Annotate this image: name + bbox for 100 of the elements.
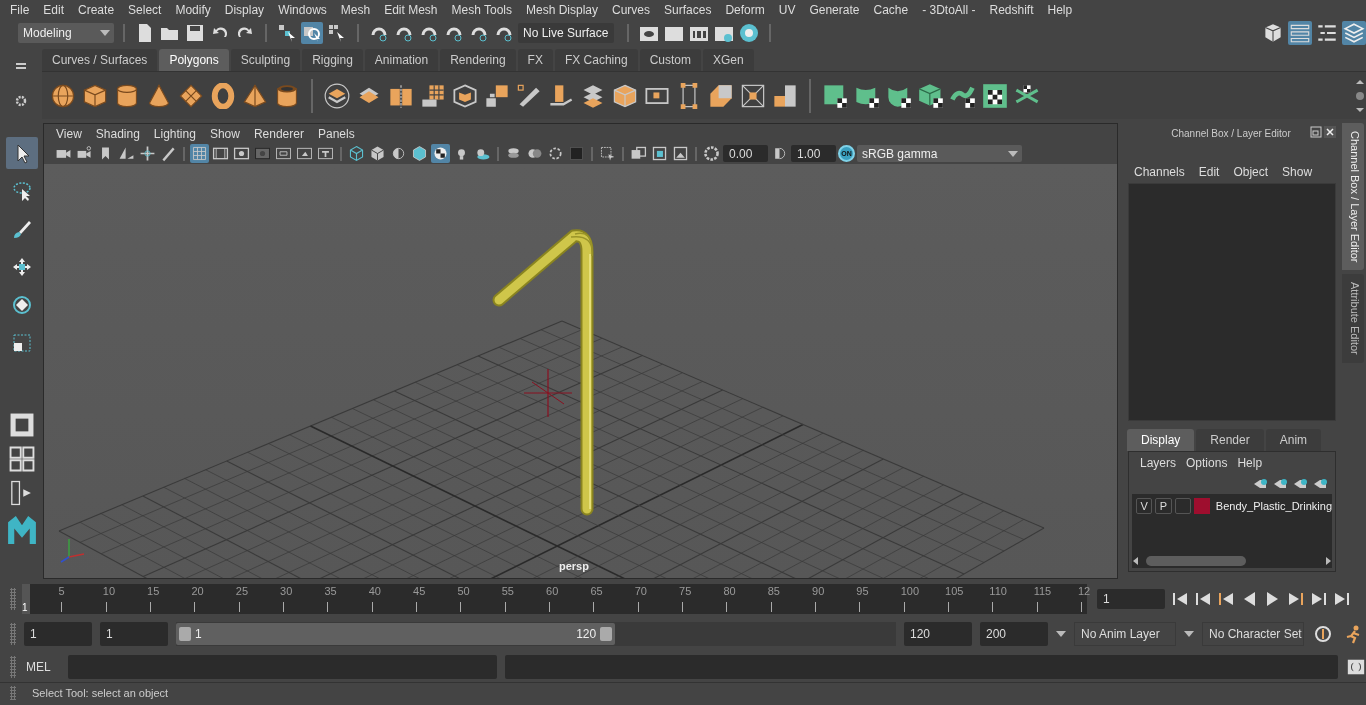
start-frame-field[interactable]: 1: [24, 622, 92, 646]
menu-item[interactable]: Mesh Tools: [444, 3, 519, 17]
character-set-dropdown[interactable]: No Character Set: [1202, 622, 1304, 646]
shaded-cube-icon[interactable]: [368, 144, 387, 163]
layer-stack-icon[interactable]: [1342, 20, 1366, 45]
shelf-tab[interactable]: Curves / Surfaces: [42, 49, 158, 71]
settings-icon[interactable]: [15, 95, 27, 107]
diamond-icon[interactable]: [178, 82, 204, 109]
aperture-icon[interactable]: [702, 144, 721, 163]
command-input-field[interactable]: [67, 655, 498, 679]
menu-item[interactable]: - 3DtoAll -: [915, 3, 983, 17]
cube-outline-icon[interactable]: [452, 82, 478, 109]
select-by-object-icon[interactable]: [301, 21, 323, 44]
menu-item[interactable]: Redshift: [982, 3, 1041, 17]
caret-icon[interactable]: [1184, 631, 1194, 637]
outliner-icon[interactable]: [1288, 20, 1312, 45]
bevel-icon[interactable]: [708, 82, 734, 109]
go-to-end-icon[interactable]: [1332, 590, 1351, 608]
menu-item[interactable]: Select: [121, 3, 169, 17]
menu-item[interactable]: Curves: [605, 3, 658, 17]
menu-item[interactable]: Edit Mesh: [377, 3, 445, 17]
shelf-tab[interactable]: Animation: [364, 49, 439, 71]
live-surface-field[interactable]: No Live Surface: [518, 22, 614, 43]
color-space-dropdown[interactable]: sRGB gamma: [857, 145, 1022, 162]
playback-toggle[interactable]: P: [1155, 498, 1172, 514]
move-layer-up-icon[interactable]: [1253, 478, 1267, 490]
menu-item[interactable]: Surfaces: [657, 3, 719, 17]
command-language-label[interactable]: MEL: [24, 660, 60, 674]
menu-item[interactable]: Mesh Display: [519, 3, 606, 17]
go-to-start-icon[interactable]: [1171, 590, 1190, 608]
step-forward-frame-icon[interactable]: [1286, 590, 1305, 608]
display-type-toggle[interactable]: [1174, 498, 1191, 514]
shelf-tab[interactable]: Rendering: [440, 49, 516, 71]
cylinder-icon[interactable]: [114, 82, 140, 109]
close-icon[interactable]: [1324, 126, 1336, 138]
panel-menu-item[interactable]: Shading: [89, 126, 148, 141]
shelf-tab[interactable]: Custom: [639, 49, 701, 71]
channel-menu-item[interactable]: Object: [1227, 165, 1277, 179]
shelf-scroll-icon[interactable]: [1354, 77, 1366, 114]
uv-cube-icon[interactable]: [918, 82, 944, 109]
step-back-frame-icon[interactable]: [1217, 590, 1236, 608]
menu-item[interactable]: UV: [771, 3, 803, 17]
panel-menu-item[interactable]: Renderer: [247, 126, 312, 141]
layers-icon[interactable]: [324, 82, 350, 109]
step-forward-key-icon[interactable]: [1309, 590, 1328, 608]
shelf-tab[interactable]: XGen: [702, 49, 754, 71]
checker-icon[interactable]: [431, 144, 450, 163]
side-tab[interactable]: Attribute Editor: [1342, 274, 1364, 364]
pan-icon[interactable]: [138, 144, 157, 163]
layer-menu-item[interactable]: Help: [1234, 456, 1270, 470]
channel-menu-item[interactable]: Show: [1276, 165, 1321, 179]
shelf-tab[interactable]: FX: [517, 49, 553, 71]
menu-item[interactable]: Display: [217, 3, 272, 17]
layer-menu-item[interactable]: Layers: [1137, 456, 1184, 470]
gamma-field[interactable]: 1.00: [791, 145, 836, 162]
end-frame-field[interactable]: 200: [980, 622, 1048, 646]
menu-item[interactable]: Cache: [866, 3, 916, 17]
new-layer-selected-icon[interactable]: [1313, 478, 1327, 490]
shelf-tab[interactable]: Polygons: [159, 49, 229, 71]
anim-layer-dropdown[interactable]: No Anim Layer: [1074, 622, 1176, 646]
cone-icon[interactable]: [146, 82, 172, 109]
torus-icon[interactable]: [210, 82, 236, 109]
panel-menu-item[interactable]: Lighting: [147, 126, 204, 141]
shelf-tab[interactable]: FX Caching: [554, 49, 638, 71]
panel-menu-item[interactable]: Show: [203, 126, 248, 141]
shelf-tab[interactable]: Sculpting: [230, 49, 301, 71]
horizontal-scrollbar[interactable]: [1132, 554, 1332, 568]
step-back-key-icon[interactable]: [1194, 590, 1213, 608]
script-editor-icon[interactable]: [1346, 657, 1366, 677]
layer-menu-item[interactable]: Options: [1183, 456, 1235, 470]
panel-menu-item[interactable]: Panels: [311, 126, 363, 141]
menu-item[interactable]: File: [3, 3, 37, 17]
playback-start-field[interactable]: 1: [100, 622, 168, 646]
scroll-left-icon[interactable]: [1132, 556, 1140, 566]
playback-end-field[interactable]: 120: [904, 622, 972, 646]
caret-icon[interactable]: [1056, 631, 1066, 637]
checker-window-icon[interactable]: [982, 82, 1008, 109]
channel-menu-item[interactable]: Channels: [1128, 165, 1193, 179]
workspace-dropdown[interactable]: Modeling: [18, 22, 114, 43]
visibility-toggle[interactable]: V: [1136, 498, 1153, 514]
exposure-field[interactable]: 0.00: [723, 145, 768, 162]
layer-color-swatch[interactable]: [1193, 498, 1210, 514]
scroll-right-icon[interactable]: [1324, 556, 1332, 566]
quad-layout-icon[interactable]: [7, 445, 36, 473]
knife-icon[interactable]: [516, 82, 542, 109]
menu-item[interactable]: Help: [1040, 3, 1080, 17]
menu-item[interactable]: Modify: [168, 3, 218, 17]
layer-tab[interactable]: Anim: [1265, 429, 1322, 451]
image-icon[interactable]: [671, 144, 690, 163]
channel-menu-item[interactable]: Edit: [1192, 165, 1228, 179]
quad-squares-icon[interactable]: [772, 82, 798, 109]
merge-icon[interactable]: [740, 82, 766, 109]
split-box-icon[interactable]: [388, 82, 414, 109]
cube-icon[interactable]: [82, 82, 108, 109]
current-frame-marker[interactable]: 1: [22, 584, 30, 614]
squares-icon[interactable]: [484, 82, 510, 109]
uv-square-icon[interactable]: [822, 82, 848, 109]
box-icon[interactable]: [612, 82, 638, 109]
side-tab[interactable]: Channel Box / Layer Editor: [1342, 123, 1364, 271]
pipe-icon[interactable]: [274, 82, 300, 109]
